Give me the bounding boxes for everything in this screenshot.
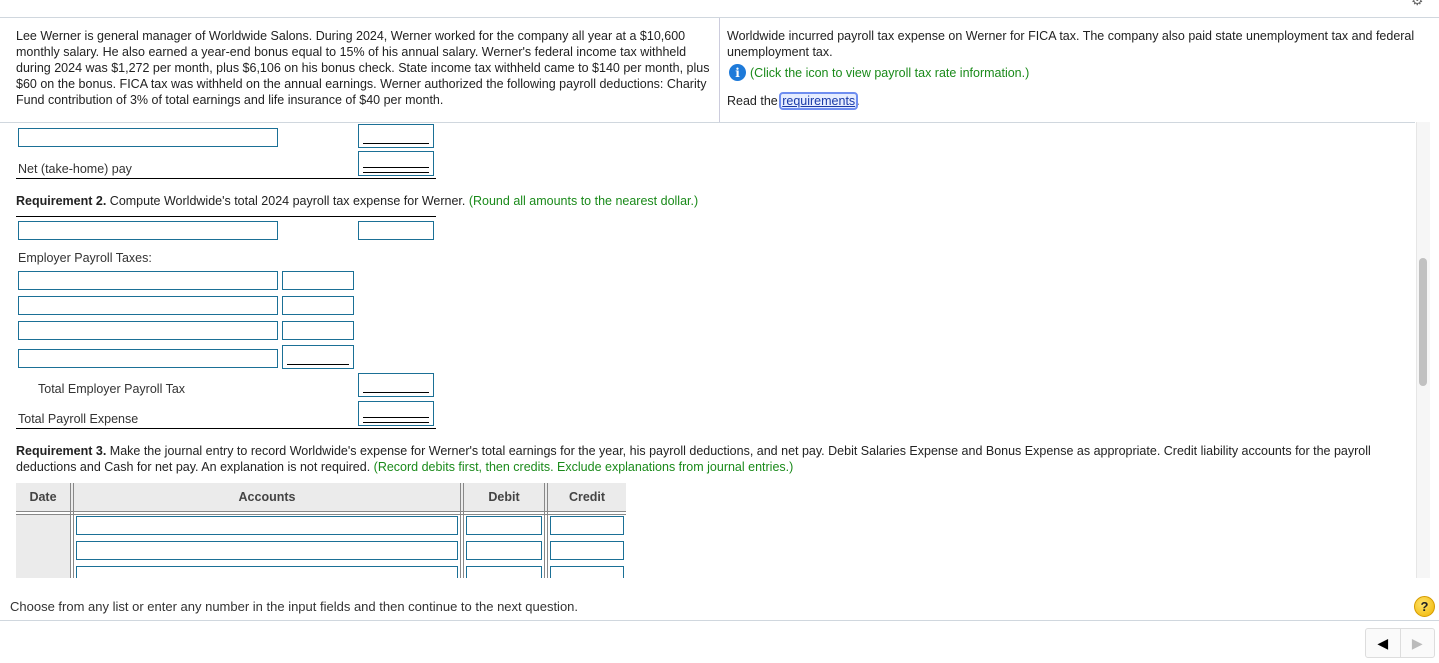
tax-rate-info-text: (Click the icon to view payroll tax rate… xyxy=(750,65,1030,80)
journal-account-input-3[interactable] xyxy=(76,566,458,578)
read-requirements-line: Read the requirements. xyxy=(727,92,1417,110)
total-employer-payroll-tax-label: Total Employer Payroll Tax xyxy=(38,382,186,396)
instruction-message: Choose from any list or enter any number… xyxy=(10,599,579,614)
column-header-credit: Credit xyxy=(568,490,606,504)
column-header-date: Date xyxy=(29,490,57,504)
journal-account-input-1[interactable] xyxy=(76,516,458,535)
next-question-button[interactable]: ▶ xyxy=(1401,629,1435,657)
scrollbar-thumb[interactable] xyxy=(1419,258,1427,386)
req1-amount-input[interactable] xyxy=(358,124,434,148)
net-pay-input[interactable] xyxy=(358,151,434,176)
req2-top-rule xyxy=(16,216,436,217)
requirement-3-heading: Requirement 3. Make the journal entry to… xyxy=(16,443,1406,475)
column-separator xyxy=(460,483,464,578)
problem-statement-right: Worldwide incurred payroll tax expense o… xyxy=(727,28,1417,110)
help-button[interactable]: ? xyxy=(1414,596,1435,617)
tax-rate-info-line: i (Click the icon to view payroll tax ra… xyxy=(727,64,1417,81)
total-payroll-expense-rule xyxy=(16,428,436,429)
pane-divider xyxy=(0,122,1415,123)
problem-right-text: Worldwide incurred payroll tax expense o… xyxy=(727,29,1415,59)
journal-account-input-2[interactable] xyxy=(76,541,458,560)
journal-entry-table: Date Accounts Debit Credit xyxy=(16,483,626,578)
req3-note: (Record debits first, then credits. Excl… xyxy=(373,460,794,474)
req3-label: Requirement 3. xyxy=(16,444,107,458)
problem-statement-left: Lee Werner is general manager of Worldwi… xyxy=(16,29,710,107)
req2-first-amount-input[interactable] xyxy=(358,221,434,240)
info-icon[interactable]: i xyxy=(729,64,746,81)
employer-tax-amount-input-4[interactable] xyxy=(282,345,354,369)
journal-header-rule xyxy=(16,511,626,515)
net-pay-label: Net (take-home) pay xyxy=(18,162,132,176)
employer-tax-account-input-4[interactable] xyxy=(18,349,278,368)
employer-tax-account-input-3[interactable] xyxy=(18,321,278,340)
employer-tax-amount-input-1[interactable] xyxy=(282,271,354,290)
date-cell xyxy=(16,515,70,578)
journal-debit-input-1[interactable] xyxy=(466,516,542,535)
column-header-debit: Debit xyxy=(488,490,520,504)
journal-credit-input-2[interactable] xyxy=(550,541,624,560)
req2-label: Requirement 2. xyxy=(16,194,107,208)
requirements-link[interactable]: requirements xyxy=(779,92,859,110)
employer-tax-amount-input-2[interactable] xyxy=(282,296,354,315)
employer-payroll-taxes-label: Employer Payroll Taxes: xyxy=(18,251,152,265)
column-separator xyxy=(70,483,74,578)
journal-credit-input-3[interactable] xyxy=(550,566,624,578)
settings-gear-icon[interactable]: ⚙ xyxy=(1411,0,1425,7)
read-prefix: Read the xyxy=(727,94,782,108)
journal-debit-input-2[interactable] xyxy=(466,541,542,560)
problem-column-divider xyxy=(719,18,720,123)
previous-question-button[interactable]: ◀ xyxy=(1366,629,1401,657)
net-pay-rule xyxy=(16,178,436,179)
question-navigation: ◀ ▶ xyxy=(1365,628,1435,658)
total-employer-payroll-tax-input[interactable] xyxy=(358,373,434,397)
journal-credit-input-1[interactable] xyxy=(550,516,624,535)
journal-debit-input-3[interactable] xyxy=(466,566,542,578)
column-separator xyxy=(544,483,548,578)
read-suffix: . xyxy=(856,94,860,108)
footer-divider xyxy=(0,620,1439,621)
employer-tax-amount-input-3[interactable] xyxy=(282,321,354,340)
req2-text: Compute Worldwide's total 2024 payroll t… xyxy=(106,194,469,208)
total-payroll-expense-input[interactable] xyxy=(358,401,434,426)
total-payroll-expense-label: Total Payroll Expense xyxy=(18,412,139,426)
req2-first-account-input[interactable] xyxy=(18,221,278,240)
employer-tax-account-input-1[interactable] xyxy=(18,271,278,290)
employer-tax-account-input-2[interactable] xyxy=(18,296,278,315)
journal-table-header: Date Accounts Debit Credit xyxy=(16,483,626,511)
column-header-accounts: Accounts xyxy=(238,490,296,504)
requirement-2-heading: Requirement 2. Compute Worldwide's total… xyxy=(16,193,698,209)
req2-note: (Round all amounts to the nearest dollar… xyxy=(468,194,699,208)
req1-account-input[interactable] xyxy=(18,128,278,147)
